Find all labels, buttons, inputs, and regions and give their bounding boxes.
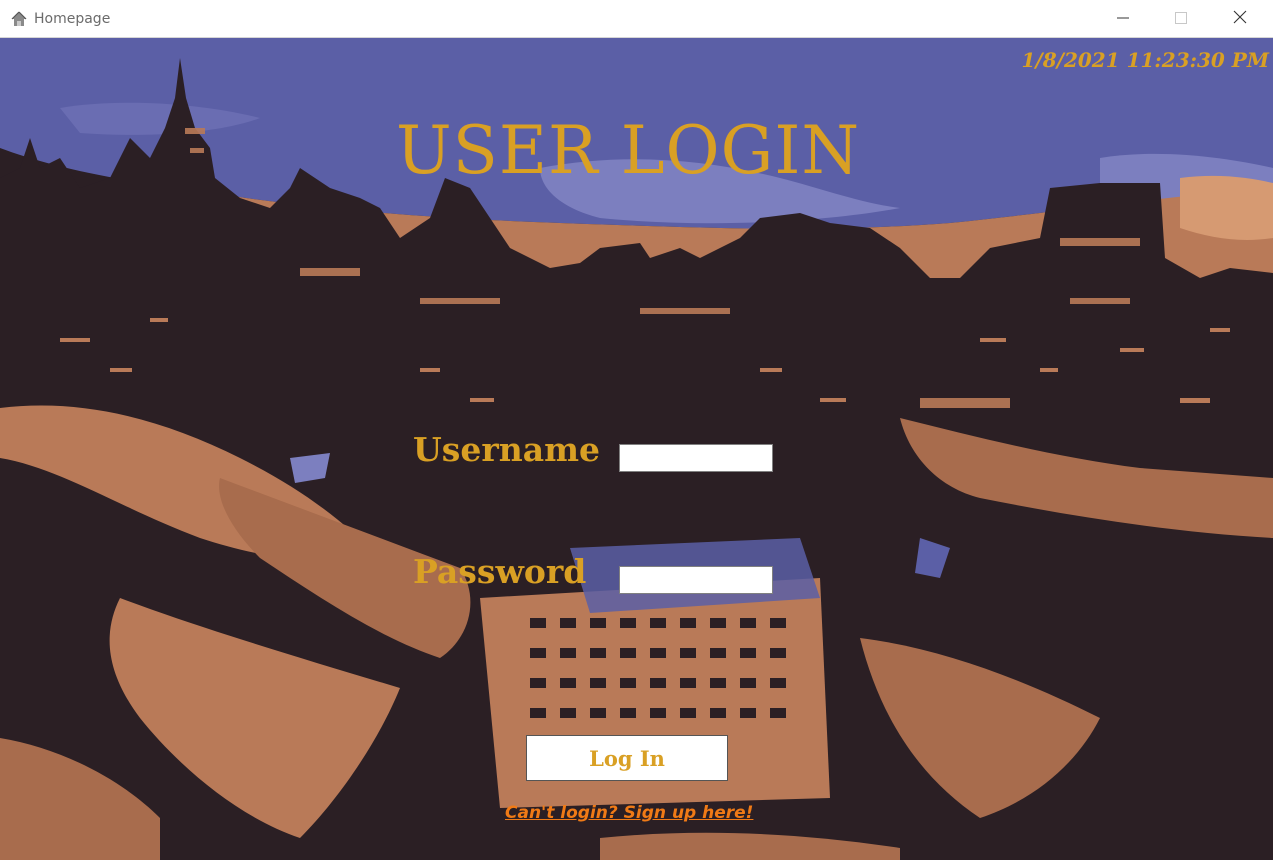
username-input[interactable] [619,444,773,472]
signup-link[interactable]: Can't login? Sign up here! [505,803,753,823]
username-label: Username [413,430,601,469]
maximize-button[interactable] [1152,0,1210,37]
close-button[interactable] [1211,0,1269,37]
password-label: Password [413,552,587,591]
close-icon [1233,9,1247,28]
minimize-icon [1117,9,1129,28]
datetime-display: 1/8/2021 11:23:30 PM [1021,48,1269,72]
minimize-button[interactable] [1094,0,1152,37]
login-button[interactable]: Log In [526,735,728,781]
page-title: USER LOGIN [396,112,861,189]
app-window: Homepage 1/8/2021 11:23:30 PM USER LOGIN… [0,0,1273,860]
title-bar[interactable]: Homepage [0,0,1273,38]
maximize-icon [1175,9,1187,28]
password-input[interactable] [619,566,773,594]
window-title: Homepage [34,11,111,27]
house-icon [10,10,28,28]
